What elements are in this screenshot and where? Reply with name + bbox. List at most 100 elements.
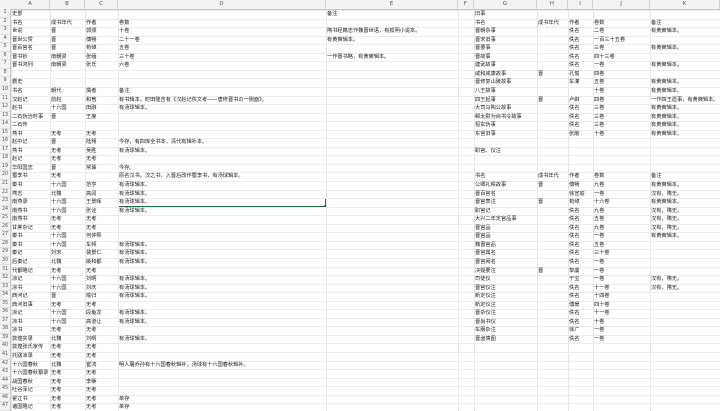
cell[interactable]: 挚虞 (568, 267, 579, 276)
cell[interactable]: 新定仪注 (474, 301, 496, 310)
cell[interactable]: 十六国 (50, 104, 67, 113)
cell[interactable]: 二十一卷 (118, 36, 140, 45)
cell[interactable]: 五卷 (118, 44, 129, 53)
row-header[interactable]: 12 (0, 103, 10, 112)
cell[interactable]: 一卷 (593, 267, 604, 276)
cell[interactable]: 无考 (85, 403, 96, 411)
row-header[interactable]: 42 (0, 360, 10, 369)
cell[interactable]: 十六国 (50, 232, 67, 241)
cell[interactable]: 无考 (50, 386, 61, 395)
cell[interactable]: 备注 (326, 10, 337, 19)
cell[interactable]: 凉记 (11, 309, 22, 318)
cell[interactable]: 崔鸿 (85, 361, 96, 370)
cell[interactable]: 佚名 (568, 207, 579, 216)
cell[interactable]: 司徒仪 (474, 275, 491, 284)
cell[interactable]: 无考 (85, 224, 96, 233)
cell[interactable]: 吴胜 (85, 147, 96, 156)
cell[interactable]: 田融 (85, 104, 96, 113)
column-header-K[interactable]: K (650, 0, 720, 9)
cell[interactable]: 有汤球辑本。 (118, 249, 150, 258)
cell[interactable]: 郗太尉为尚书令故事 (474, 113, 522, 122)
cell[interactable]: 有黄奭辑本。 (650, 61, 682, 70)
cell[interactable]: 明人屠乔孙有十六国春秋辑补，汤球有十六国春秋辑补。 (118, 361, 249, 370)
cell[interactable]: 晋 (50, 44, 56, 53)
cell[interactable]: 汉有，隋无。 (650, 215, 682, 224)
cell[interactable]: 张氏 (85, 61, 96, 70)
cell[interactable]: 高道让 (85, 318, 102, 327)
cell[interactable]: 晋官表注 (474, 198, 496, 207)
cell[interactable]: 徐广 (568, 326, 579, 335)
cell[interactable]: 蜀李书 (11, 172, 28, 181)
cell[interactable]: 十六国 (50, 241, 67, 250)
cell[interactable]: 成书年代 (537, 19, 559, 28)
cell[interactable]: 张敞 (568, 130, 579, 139)
row-header[interactable]: 41 (0, 351, 10, 360)
cell[interactable]: 晋宫阙名 (474, 258, 496, 267)
cell[interactable]: 南燕录 (11, 198, 28, 207)
cell[interactable]: 无考 (50, 267, 61, 276)
cell[interactable]: 傅畅 (85, 36, 96, 45)
cell[interactable]: 二卷 (593, 27, 604, 36)
cell[interactable]: 西河记 (11, 292, 28, 301)
cell[interactable]: 四王起事 (474, 96, 496, 105)
cell[interactable]: 苟绰 (85, 44, 96, 53)
cell[interactable]: 喻归 (85, 292, 96, 301)
cell[interactable]: 三卷 (593, 121, 604, 130)
row-header[interactable]: 19 (0, 163, 10, 172)
cell[interactable]: 佚名 (568, 215, 579, 224)
cell[interactable]: 六卷 (118, 61, 129, 70)
cell[interactable]: 凉书 (11, 318, 22, 327)
cell[interactable]: 无考 (50, 130, 61, 139)
cell[interactable]: 十卷 (593, 318, 604, 327)
cell[interactable]: 佚名 (568, 104, 579, 113)
row-header[interactable]: 10 (0, 86, 10, 95)
row-header[interactable]: 28 (0, 240, 10, 249)
cell[interactable]: 车服杂注 (474, 326, 496, 335)
row-header[interactable]: 16 (0, 137, 10, 146)
cell[interactable]: 晋 (50, 138, 56, 147)
cell[interactable]: 南燕书 (11, 207, 28, 216)
cell[interactable]: 诸国略记 (11, 403, 33, 411)
cell[interactable]: 无考 (50, 352, 61, 361)
row-header[interactable]: 15 (0, 129, 10, 138)
cell[interactable]: 书名 (11, 87, 22, 96)
cell[interactable]: 九卷 (593, 224, 604, 233)
cell[interactable]: 南朝梁 (50, 61, 67, 70)
cell[interactable]: 晋修复山陵故事 (474, 78, 511, 87)
cell[interactable]: 无考 (85, 352, 96, 361)
cell[interactable]: 无考 (85, 301, 96, 310)
cell[interactable]: 郭颁 (85, 27, 96, 36)
cell[interactable]: 备注 (650, 19, 661, 28)
cell[interactable]: 燕书 (11, 130, 22, 139)
row-header[interactable]: 34 (0, 291, 10, 300)
cell[interactable]: 佚名 (568, 335, 579, 344)
row-header[interactable]: 45 (0, 385, 10, 394)
row-header[interactable]: 5 (0, 43, 10, 52)
cell[interactable]: 撰者 (85, 87, 96, 96)
row-header[interactable]: 7 (0, 60, 10, 69)
cell[interactable]: 一作晋书略，有黄奭辑本。 (326, 53, 389, 62)
cell[interactable]: 东宫旧事 (474, 130, 496, 139)
cell[interactable]: 西河旧事 (11, 301, 33, 310)
cell[interactable]: 汉有，隋无。 (650, 224, 682, 233)
cell[interactable]: 晋 (537, 267, 543, 276)
cell[interactable]: 佚名 (568, 292, 579, 301)
cell[interactable]: 十六国 (50, 181, 67, 190)
cell[interactable]: 十六国 (50, 207, 67, 216)
cell[interactable]: 有汤球辑本。 (118, 104, 150, 113)
cell[interactable]: 一卷 (593, 190, 604, 199)
cell[interactable]: 何仲熙 (85, 232, 102, 241)
cell[interactable]: 敦煌实录 (11, 335, 33, 344)
cell[interactable]: 秦书 (11, 232, 22, 241)
row-header[interactable]: 47 (0, 402, 10, 411)
cell[interactable]: 汉有，隋无。 (650, 284, 682, 293)
cell[interactable]: 有黄奭辑本。 (650, 104, 682, 113)
cell[interactable]: 三卷 (593, 44, 604, 53)
cell[interactable]: 五卷 (593, 215, 604, 224)
cell[interactable]: 无考 (85, 326, 96, 335)
cell[interactable]: 北魏 (50, 361, 61, 370)
cell[interactable]: 有汤球辑本。 (118, 292, 150, 301)
cell[interactable]: 十卷 (118, 27, 129, 36)
cell[interactable]: 北魏 (50, 258, 61, 267)
row-header[interactable]: 25 (0, 214, 10, 223)
